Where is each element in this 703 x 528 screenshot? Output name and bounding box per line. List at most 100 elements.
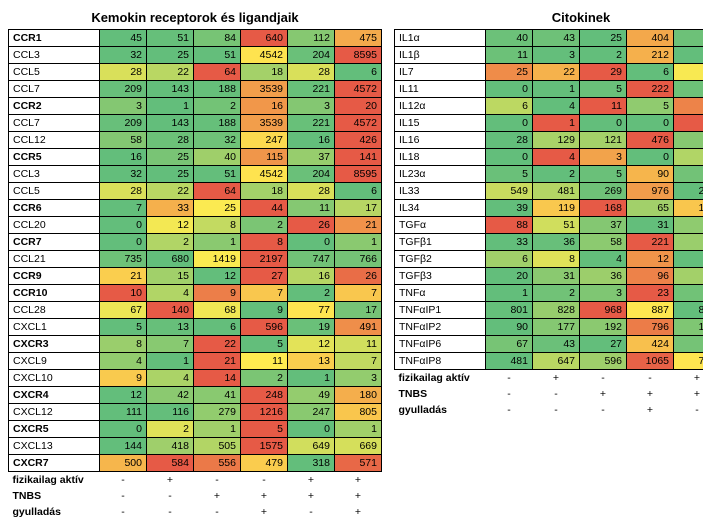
heatmap-cell: 26: [288, 217, 335, 234]
heatmap-cell: 549: [486, 183, 533, 200]
heatmap-cell: 5: [580, 166, 627, 183]
heatmap-cell: 204: [288, 166, 335, 183]
heatmap-cell: 2: [241, 217, 288, 234]
heatmap-cell: 1: [335, 234, 382, 251]
heatmap-cell: 17: [674, 64, 703, 81]
heatmap-cell: 42: [147, 387, 194, 404]
table-row: CCL20012822621: [9, 217, 382, 234]
table-row: TGFβ268412414: [395, 251, 703, 268]
heatmap-cell: 680: [147, 251, 194, 268]
heatmap-cell: 43: [533, 336, 580, 353]
table-row: IL110152227193: [395, 81, 703, 98]
heatmap-cell: 584: [147, 455, 194, 472]
table-row: CCL332255145422048595: [9, 47, 382, 64]
heatmap-cell: 36: [533, 234, 580, 251]
heatmap-cell: 2: [580, 47, 627, 64]
heatmap-cell: 2: [533, 285, 580, 302]
heatmap-cell: 233: [674, 183, 703, 200]
table-row: CXCR412424124849180: [9, 387, 382, 404]
row-label: IL15: [395, 115, 486, 132]
heatmap-cell: 188: [194, 81, 241, 98]
heatmap-cell: 12: [147, 217, 194, 234]
heatmap-cell: 51: [194, 47, 241, 64]
heatmap-cell: 177: [533, 319, 580, 336]
heatmap-cell: 7: [100, 200, 147, 217]
row-label: IL11: [395, 81, 486, 98]
heatmap-cell: 4: [100, 353, 147, 370]
heatmap-cell: 7: [335, 285, 382, 302]
heatmap-cell: 968: [580, 302, 627, 319]
footer-cell: -: [486, 402, 533, 418]
heatmap-cell: 51: [194, 166, 241, 183]
table-row: CCL720914318835392214572: [9, 81, 382, 98]
table-row: IL1β11322122300: [395, 47, 703, 64]
heatmap-cell: 143: [147, 115, 194, 132]
heatmap-cell: 1: [147, 98, 194, 115]
heatmap-cell: 21: [335, 217, 382, 234]
footer-cell: +: [674, 386, 703, 402]
heatmap-cell: 481: [486, 353, 533, 370]
table-row: IL162812912147680224: [395, 132, 703, 149]
heatmap-cell: 5: [100, 319, 147, 336]
heatmap-cell: 209: [100, 81, 147, 98]
heatmap-cell: 3: [580, 149, 627, 166]
heatmap-cell: 4542: [241, 166, 288, 183]
heatmap-cell: 491: [335, 319, 382, 336]
row-label: TNFαIP2: [395, 319, 486, 336]
row-label: CXCL10: [9, 370, 100, 387]
row-label: IL34: [395, 200, 486, 217]
heatmap-cell: 64: [194, 183, 241, 200]
right-panel: Citokinek IL1α40432540442544IL1β11322122…: [394, 8, 703, 418]
heatmap-cell: 28: [288, 183, 335, 200]
row-label: CXCL9: [9, 353, 100, 370]
footer-cell: +: [335, 488, 382, 504]
heatmap-cell: 247: [288, 404, 335, 421]
row-label: CCL12: [9, 132, 100, 149]
row-label: CXCR3: [9, 336, 100, 353]
heatmap-cell: 21: [100, 268, 147, 285]
heatmap-cell: 15: [147, 268, 194, 285]
heatmap-cell: 115: [241, 149, 288, 166]
heatmap-cell: 2: [674, 285, 703, 302]
heatmap-cell: 58: [100, 132, 147, 149]
heatmap-cell: 40: [194, 149, 241, 166]
row-label: IL18: [395, 149, 486, 166]
heatmap-cell: 279: [194, 404, 241, 421]
heatmap-container: Kemokin receptorok és ligandjaik CCR1455…: [8, 8, 695, 520]
heatmap-cell: 3: [580, 285, 627, 302]
heatmap-cell: 1216: [241, 404, 288, 421]
table-row: CCL528226418286: [9, 64, 382, 81]
footer-label: gyulladás: [395, 402, 486, 418]
table-row: CXCL121111162791216247805: [9, 404, 382, 421]
heatmap-cell: 5: [580, 81, 627, 98]
heatmap-cell: 25: [194, 200, 241, 217]
heatmap-cell: 17: [335, 302, 382, 319]
heatmap-cell: 0: [100, 234, 147, 251]
heatmap-cell: 140: [147, 302, 194, 319]
heatmap-cell: 2197: [241, 251, 288, 268]
heatmap-cell: 32: [194, 132, 241, 149]
heatmap-cell: 11: [580, 98, 627, 115]
table-row: CCL1258283224716426: [9, 132, 382, 149]
footer-cell: -: [147, 504, 194, 520]
table-row: CCR516254011537141: [9, 149, 382, 166]
table-row: CCR7021801: [9, 234, 382, 251]
heatmap-cell: 51: [147, 30, 194, 47]
heatmap-cell: 88: [486, 217, 533, 234]
heatmap-cell: 25: [147, 149, 194, 166]
heatmap-cell: 2: [241, 370, 288, 387]
heatmap-cell: 500: [100, 455, 147, 472]
heatmap-cell: 556: [194, 455, 241, 472]
heatmap-cell: 4: [533, 149, 580, 166]
heatmap-cell: 3: [288, 98, 335, 115]
heatmap-cell: 1: [533, 115, 580, 132]
row-label: IL23α: [395, 166, 486, 183]
heatmap-cell: 10: [100, 285, 147, 302]
heatmap-cell: 26: [335, 268, 382, 285]
heatmap-cell: 0: [288, 421, 335, 438]
heatmap-cell: 28: [147, 132, 194, 149]
heatmap-cell: 20: [486, 268, 533, 285]
heatmap-cell: 16: [288, 268, 335, 285]
footer-cell: +: [288, 488, 335, 504]
row-label: CCL7: [9, 81, 100, 98]
